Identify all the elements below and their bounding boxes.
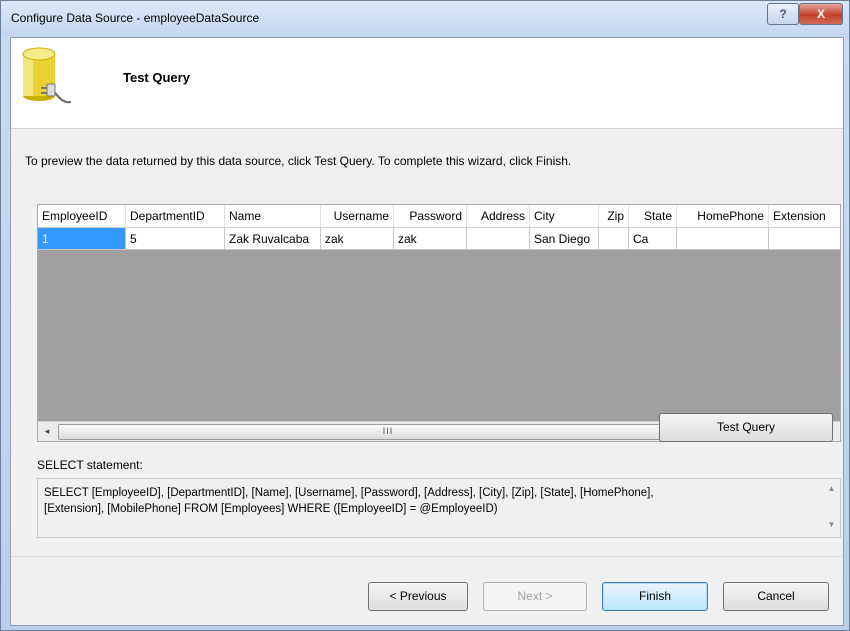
results-grid[interactable]: EmployeeID DepartmentID Name Username Pa… <box>37 204 841 442</box>
dialog-client-area: Test Query To preview the data returned … <box>10 37 844 626</box>
table-cell[interactable] <box>467 228 530 250</box>
sql-line: SELECT [EmployeeID], [DepartmentID], [Na… <box>44 487 654 499</box>
page-title: Test Query <box>123 70 190 85</box>
table-cell[interactable]: San Diego <box>530 228 599 250</box>
cancel-button[interactable]: Cancel <box>723 582 829 611</box>
window-title: Configure Data Source - employeeDataSour… <box>11 11 260 25</box>
scroll-up-icon[interactable]: ▲ <box>823 481 840 497</box>
database-plug-icon <box>22 47 72 104</box>
table-cell[interactable] <box>677 228 769 250</box>
column-header[interactable]: EmployeeID <box>38 205 126 227</box>
table-cell[interactable] <box>599 228 629 250</box>
scroll-thumb[interactable]: III <box>58 424 718 440</box>
column-header[interactable]: Zip <box>599 205 629 227</box>
column-header[interactable]: Username <box>321 205 394 227</box>
wizard-header: Test Query <box>11 38 843 129</box>
column-header[interactable]: Password <box>394 205 467 227</box>
column-header[interactable]: Address <box>467 205 530 227</box>
sql-statement-box[interactable]: SELECT [EmployeeID], [DepartmentID], [Na… <box>37 478 841 538</box>
column-header[interactable]: City <box>530 205 599 227</box>
scroll-left-icon[interactable]: ◂ <box>38 422 56 441</box>
finish-button[interactable]: Finish <box>602 582 708 611</box>
help-button[interactable]: ? <box>767 3 799 25</box>
scroll-down-icon[interactable]: ▼ <box>823 517 840 533</box>
instruction-text: To preview the data returned by this dat… <box>25 154 572 168</box>
next-button[interactable]: Next > <box>483 582 587 611</box>
title-bar[interactable]: Configure Data Source - employeeDataSour… <box>1 1 849 37</box>
sql-line: [Extension], [MobilePhone] FROM [Employe… <box>44 503 498 515</box>
table-cell[interactable]: 5 <box>126 228 225 250</box>
column-header[interactable]: Extension <box>769 205 840 227</box>
vertical-scrollbar[interactable]: ▲ ▼ <box>823 479 840 537</box>
previous-button[interactable]: < Previous <box>368 582 468 611</box>
footer-divider <box>11 556 843 557</box>
table-row[interactable]: 1 5 Zak Ruvalcaba zak zak San Diego Ca <box>38 228 840 250</box>
select-statement-label: SELECT statement: <box>37 458 143 472</box>
column-header[interactable]: State <box>629 205 677 227</box>
close-button[interactable]: X <box>799 3 843 25</box>
column-header[interactable]: Name <box>225 205 321 227</box>
test-query-button[interactable]: Test Query <box>659 413 833 442</box>
grid-header-row: EmployeeID DepartmentID Name Username Pa… <box>38 205 840 228</box>
table-cell[interactable]: zak <box>394 228 467 250</box>
table-cell[interactable] <box>769 228 840 250</box>
sql-statement-text: SELECT [EmployeeID], [DepartmentID], [Na… <box>44 485 814 517</box>
column-header[interactable]: HomePhone <box>677 205 769 227</box>
table-cell[interactable]: Ca <box>629 228 677 250</box>
dialog-window: Configure Data Source - employeeDataSour… <box>0 0 850 631</box>
table-cell[interactable]: zak <box>321 228 394 250</box>
column-header[interactable]: DepartmentID <box>126 205 225 227</box>
table-cell[interactable]: 1 <box>38 228 126 250</box>
table-cell[interactable]: Zak Ruvalcaba <box>225 228 321 250</box>
